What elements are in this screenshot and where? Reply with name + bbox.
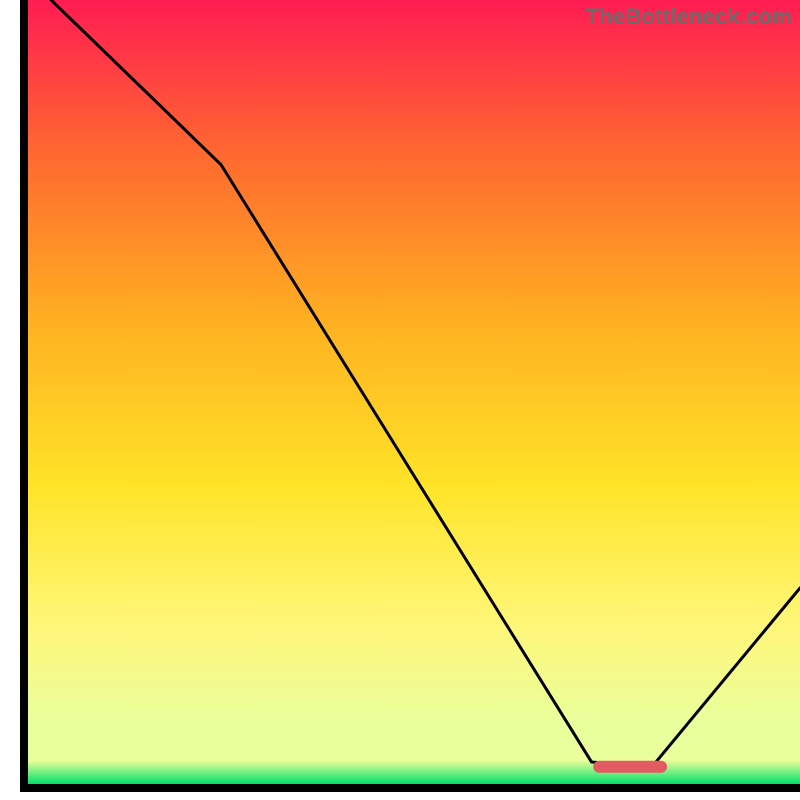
plot-svg xyxy=(28,0,800,784)
background-gradient xyxy=(28,0,800,784)
axis-y xyxy=(20,0,28,792)
chart-frame: TheBottleneck.com xyxy=(0,0,800,800)
plot-window xyxy=(28,0,800,784)
watermark-text: TheBottleneck.com xyxy=(586,4,792,30)
axis-x xyxy=(20,784,800,792)
